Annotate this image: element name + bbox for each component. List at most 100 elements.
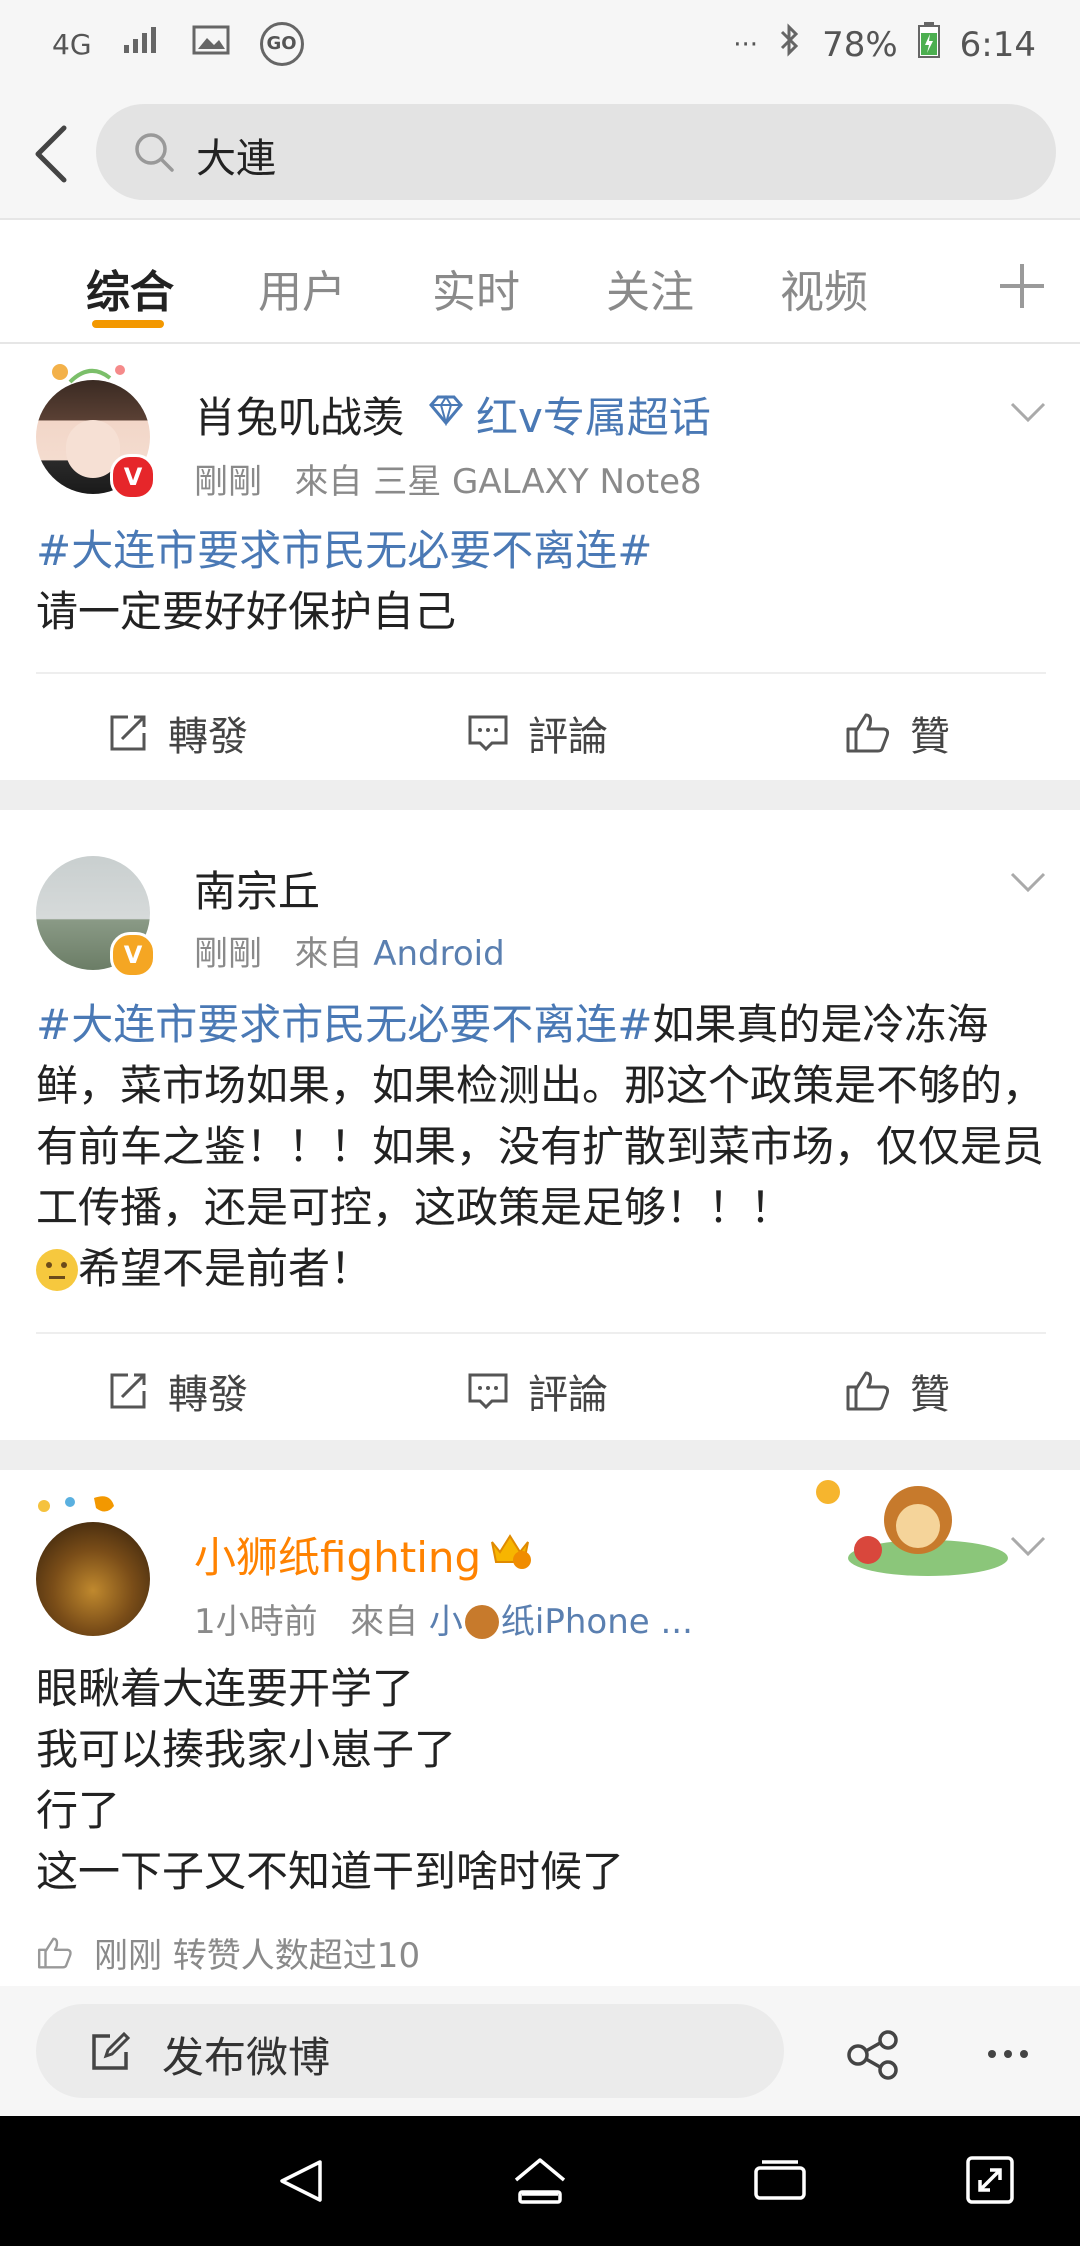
signal-icon [122, 24, 162, 64]
feed-post[interactable]: V 肖兔叽战羡 红v专属超话 剛剛 來自 三星 GALAXY Note8 #大连… [0, 344, 1080, 780]
tab-following[interactable]: 关注 [606, 256, 694, 320]
post-text-tail: 希望不是前者！ [78, 1244, 373, 1293]
thumbs-up-icon [846, 713, 890, 753]
topic-link[interactable]: #大连市要求市民无必要不离连# [36, 1000, 652, 1049]
tab-realtime[interactable]: 实时 [432, 256, 520, 320]
post-line: 我可以揍我家小崽子了 [36, 1725, 457, 1774]
like-label: 贊 [910, 714, 950, 760]
active-tab-indicator [92, 320, 164, 328]
post-text: 请一定要好好保护自己 [36, 587, 457, 636]
search-header: 大連 [0, 90, 1080, 218]
post-time: 1小時前 [194, 1602, 318, 1642]
repost-label: 轉發 [168, 1372, 248, 1418]
super-topic-badge[interactable]: 红v专属超话 [476, 384, 711, 445]
avatar-decoration [30, 1492, 150, 1532]
thumbs-up-icon [37, 1937, 72, 1968]
verified-badge-icon: V [110, 454, 156, 500]
go-icon: GO [259, 22, 304, 66]
post-source: 三星 GALAXY Note8 [373, 462, 702, 502]
source-part: 纸iPhone ... [500, 1602, 693, 1642]
post-line: 这一下子又不知道干到啥时候了 [36, 1847, 625, 1896]
battery-percent: 78% [822, 24, 898, 65]
post-source[interactable]: 小纸iPhone ... [429, 1602, 693, 1642]
post-separator [0, 780, 1080, 810]
post-meta: 剛剛 來自 Android [194, 926, 505, 975]
avatar[interactable] [36, 1522, 150, 1636]
card-sticker [808, 1470, 1008, 1580]
comment-label: 評論 [528, 1372, 608, 1418]
source-prefix: 來自 [294, 462, 363, 502]
share-icon[interactable] [846, 2030, 902, 2080]
post-separator [0, 1440, 1080, 1470]
chevron-down-icon[interactable] [1008, 862, 1048, 902]
compose-button[interactable]: 发布微博 [36, 2004, 784, 2098]
like-summary-text: 刚刚 转赞人数超过10 [94, 1936, 421, 1976]
like-button[interactable]: 贊 [844, 1362, 950, 1420]
post-source[interactable]: Android [373, 934, 504, 974]
battery-icon [917, 22, 940, 67]
search-query: 大連 [196, 136, 276, 182]
username[interactable]: 南宗丘 [194, 858, 320, 919]
tab-comprehensive[interactable]: 综合 [86, 256, 174, 320]
comment-label: 評論 [528, 714, 608, 760]
repost-label: 轉發 [168, 714, 248, 760]
action-divider [36, 672, 1046, 674]
post-meta: 1小時前 來自 小纸iPhone ... [194, 1594, 693, 1643]
post-line: 行了 [36, 1786, 121, 1835]
vip-crown-icon [488, 1530, 532, 1574]
feed-post[interactable]: V 南宗丘 剛剛 來自 Android #大连市要求市民无必要不离连#如果真的是… [0, 810, 1080, 1440]
comment-button[interactable]: 評論 [466, 1362, 608, 1420]
username[interactable]: 肖兔叽战羡 [194, 384, 404, 445]
chevron-down-icon[interactable] [1008, 392, 1048, 432]
tab-users[interactable]: 用户 [258, 256, 346, 320]
verified-badge-icon: V [110, 932, 156, 978]
compose-bar: 发布微博 [0, 1986, 1080, 2116]
search-icon [135, 133, 174, 172]
lion-emoji-icon [464, 1605, 499, 1639]
comment-button[interactable]: 評論 [466, 704, 608, 762]
feed-post[interactable]: 小狮纸fighting 1小時前 來自 小纸iPhone ... 眼瞅着大连要开… [0, 1470, 1080, 1986]
edit-icon [92, 2031, 131, 2070]
network-label: 4G [52, 27, 92, 61]
back-button[interactable] [24, 120, 84, 188]
action-divider [36, 1332, 1046, 1334]
repost-button[interactable]: 轉發 [106, 1362, 248, 1420]
nav-home-icon[interactable] [510, 2154, 570, 2208]
repost-icon [110, 715, 146, 751]
post-line: 眼瞅着大连要开学了 [36, 1664, 415, 1713]
nav-recents-icon[interactable] [752, 2158, 808, 2204]
post-body: 眼瞅着大连要开学了 我可以揍我家小崽子了 行了 这一下子又不知道干到啥时候了 [36, 1658, 1046, 1902]
compose-label: 发布微博 [162, 2033, 331, 2082]
more-dots: ··· [733, 29, 759, 60]
source-prefix: 來自 [294, 934, 363, 974]
system-nav-bar [0, 2116, 1080, 2246]
like-label: 贊 [910, 1372, 950, 1418]
post-time: 剛剛 [194, 934, 262, 974]
username[interactable]: 小狮纸fighting [194, 1524, 481, 1585]
avatar-decoration [40, 358, 140, 388]
post-body: #大连市要求市民无必要不离连#如果真的是冷冻海鲜，菜市场如果，如果检测出。那这个… [36, 994, 1046, 1299]
more-icon[interactable] [986, 2048, 1030, 2060]
nav-back-icon[interactable] [276, 2156, 326, 2206]
add-tab-icon[interactable] [1000, 264, 1044, 308]
comment-icon [468, 715, 508, 752]
like-button[interactable]: 贊 [844, 704, 950, 762]
chevron-left-icon [35, 125, 67, 183]
chevron-down-icon[interactable] [1008, 1526, 1048, 1566]
source-part: 小 [428, 1602, 463, 1642]
post-meta: 剛剛 來自 三星 GALAXY Note8 [194, 454, 702, 503]
nav-expand-icon[interactable] [964, 2154, 1016, 2206]
repost-icon [110, 1373, 146, 1409]
tab-bar: 综合 用户 实时 关注 视频 [0, 220, 1080, 342]
topic-link[interactable]: #大连市要求市民无必要不离连# [36, 520, 1046, 581]
tab-videos[interactable]: 视频 [780, 256, 868, 320]
repost-button[interactable]: 轉發 [106, 704, 248, 762]
thumbs-up-icon [846, 1371, 890, 1411]
bluetooth-icon [778, 22, 802, 67]
image-icon [192, 24, 230, 64]
status-bar: 4G GO ··· 78% 6:14 [0, 0, 1080, 90]
search-input[interactable]: 大連 [96, 104, 1056, 200]
thinking-emoji-icon [36, 1249, 78, 1291]
post-body: #大连市要求市民无必要不离连# 请一定要好好保护自己 [36, 520, 1046, 642]
diamond-icon [428, 394, 464, 430]
